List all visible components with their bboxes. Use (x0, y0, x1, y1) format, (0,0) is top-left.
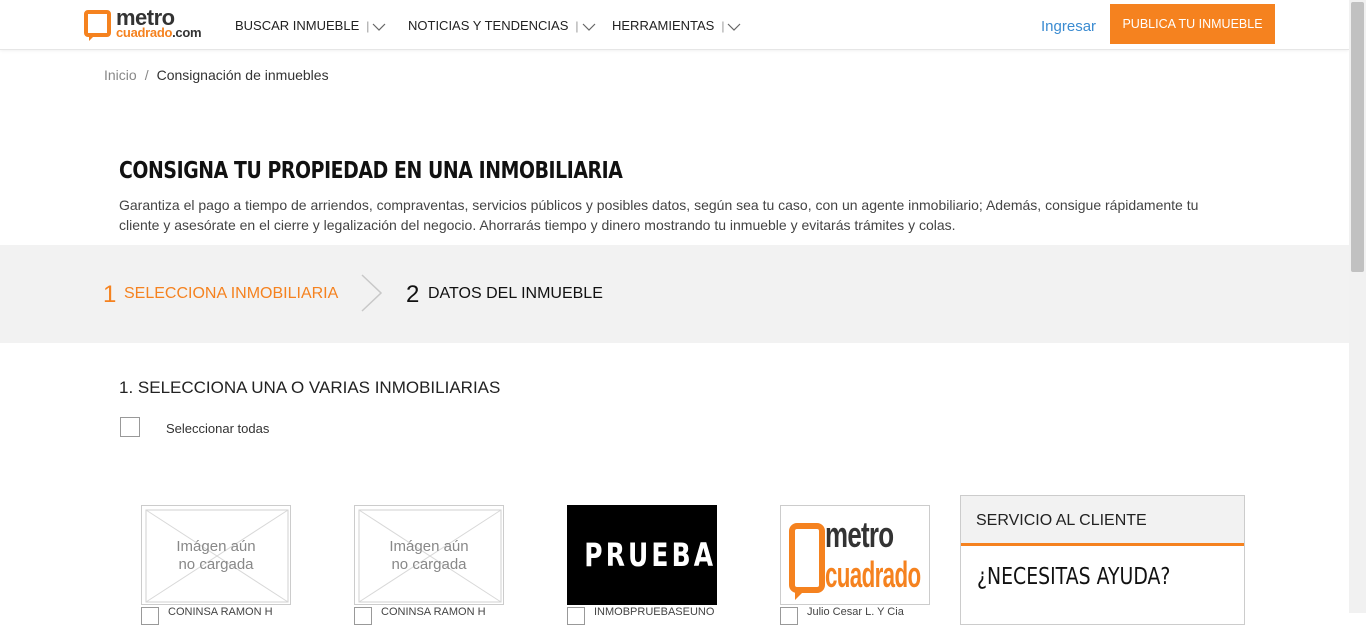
nav-separator: | (575, 18, 579, 33)
breadcrumb-separator: / (144, 67, 149, 83)
help-question: ¿NECESITAS AYUDA? (977, 564, 1171, 590)
logo-text-cuadrado: cuadrado (825, 554, 921, 595)
nav-noticias-tendencias[interactable]: NOTICIAS Y TENDENCIAS | (408, 18, 595, 33)
metrocuadrado-logo[interactable]: metro cuadrado.com (84, 5, 208, 41)
select-all-checkbox[interactable] (120, 417, 140, 437)
step-1-number: 1 (103, 281, 117, 308)
select-all-label[interactable]: Seleccionar todas (166, 421, 269, 436)
agency-logo-metrocuadrado: metro cuadrado (789, 514, 923, 600)
page-scrollbar[interactable] (1349, 0, 1366, 613)
customer-service-box: SERVICIO AL CLIENTE ¿NECESITAS AYUDA? (960, 495, 1245, 625)
logo-text-metro: metro (825, 514, 894, 555)
nav-label: HERRAMIENTAS (612, 18, 715, 33)
nav-herramientas[interactable]: HERRAMIENTAS | (612, 18, 741, 33)
steps-progress: 1 SELECCIONA INMOBILIARIA 2 DATOS DEL IN… (0, 245, 1349, 343)
placeholder-text: Imágen aún no cargada (389, 538, 469, 573)
page-title: CONSIGNA TU PROPIEDAD EN UNA INMOBILIARI… (119, 158, 623, 184)
scrollbar-thumb[interactable] (1351, 2, 1364, 272)
nav-separator: | (721, 18, 725, 33)
agency-logo-prueba: PRUEBA (584, 536, 717, 574)
customer-service-title: SERVICIO AL CLIENTE (976, 512, 1147, 529)
logo-text-cuadrado: cuadrado.com (116, 25, 202, 40)
publish-property-button[interactable]: PUBLICA TU INMUEBLE (1110, 4, 1275, 44)
breadcrumb-home-link[interactable]: Inicio (104, 67, 137, 83)
nav-separator: | (366, 18, 370, 33)
agency-card[interactable]: Imágen aún no cargada (354, 505, 504, 605)
nav-buscar-inmueble[interactable]: BUSCAR INMUEBLE | (235, 18, 386, 33)
agency-checkbox[interactable] (780, 607, 798, 625)
step-1-label: SELECCIONA INMOBILIARIA (124, 285, 339, 302)
agency-checkbox[interactable] (141, 607, 159, 625)
agency-card[interactable]: Imágen aún no cargada (141, 505, 291, 605)
step-2-number: 2 (406, 281, 420, 308)
agency-card[interactable]: PRUEBA (567, 505, 717, 605)
nav-label: BUSCAR INMUEBLE (235, 18, 360, 33)
chevron-down-icon (582, 20, 595, 31)
step-2-label: DATOS DEL INMUEBLE (428, 285, 603, 302)
page-description: Garantiza el pago a tiempo de arriendos,… (119, 197, 1199, 233)
agency-name: Julio Cesar L. Y Cia (807, 606, 904, 618)
image-placeholder: Imágen aún no cargada (355, 506, 503, 604)
section-title: 1. SELECCIONA UNA O VARIAS INMOBILIARIAS (119, 378, 501, 397)
logo-speech-icon (84, 10, 111, 37)
agency-name: CONINSA RAMON H (381, 606, 486, 618)
breadcrumb-current: Consignación de inmuebles (156, 67, 329, 83)
chevron-down-icon (372, 20, 386, 31)
agency-name: CONINSA RAMON H (168, 606, 273, 618)
agency-checkbox[interactable] (567, 607, 585, 625)
breadcrumb: Inicio / Consignación de inmuebles (104, 67, 329, 83)
login-link[interactable]: Ingresar (1041, 18, 1096, 35)
agency-name: INMOBPRUEBASEUNO (594, 606, 715, 618)
placeholder-text: Imágen aún no cargada (176, 538, 256, 573)
customer-service-header: SERVICIO AL CLIENTE (961, 496, 1244, 546)
nav-label: NOTICIAS Y TENDENCIAS (408, 18, 569, 33)
image-placeholder: Imágen aún no cargada (142, 506, 290, 604)
step-arrow-icon (361, 274, 383, 312)
agency-checkbox[interactable] (354, 607, 372, 625)
agency-card[interactable]: metro cuadrado (780, 505, 930, 605)
top-header: metro cuadrado.com BUSCAR INMUEBLE | NOT… (0, 0, 1349, 50)
chevron-down-icon (727, 20, 741, 31)
